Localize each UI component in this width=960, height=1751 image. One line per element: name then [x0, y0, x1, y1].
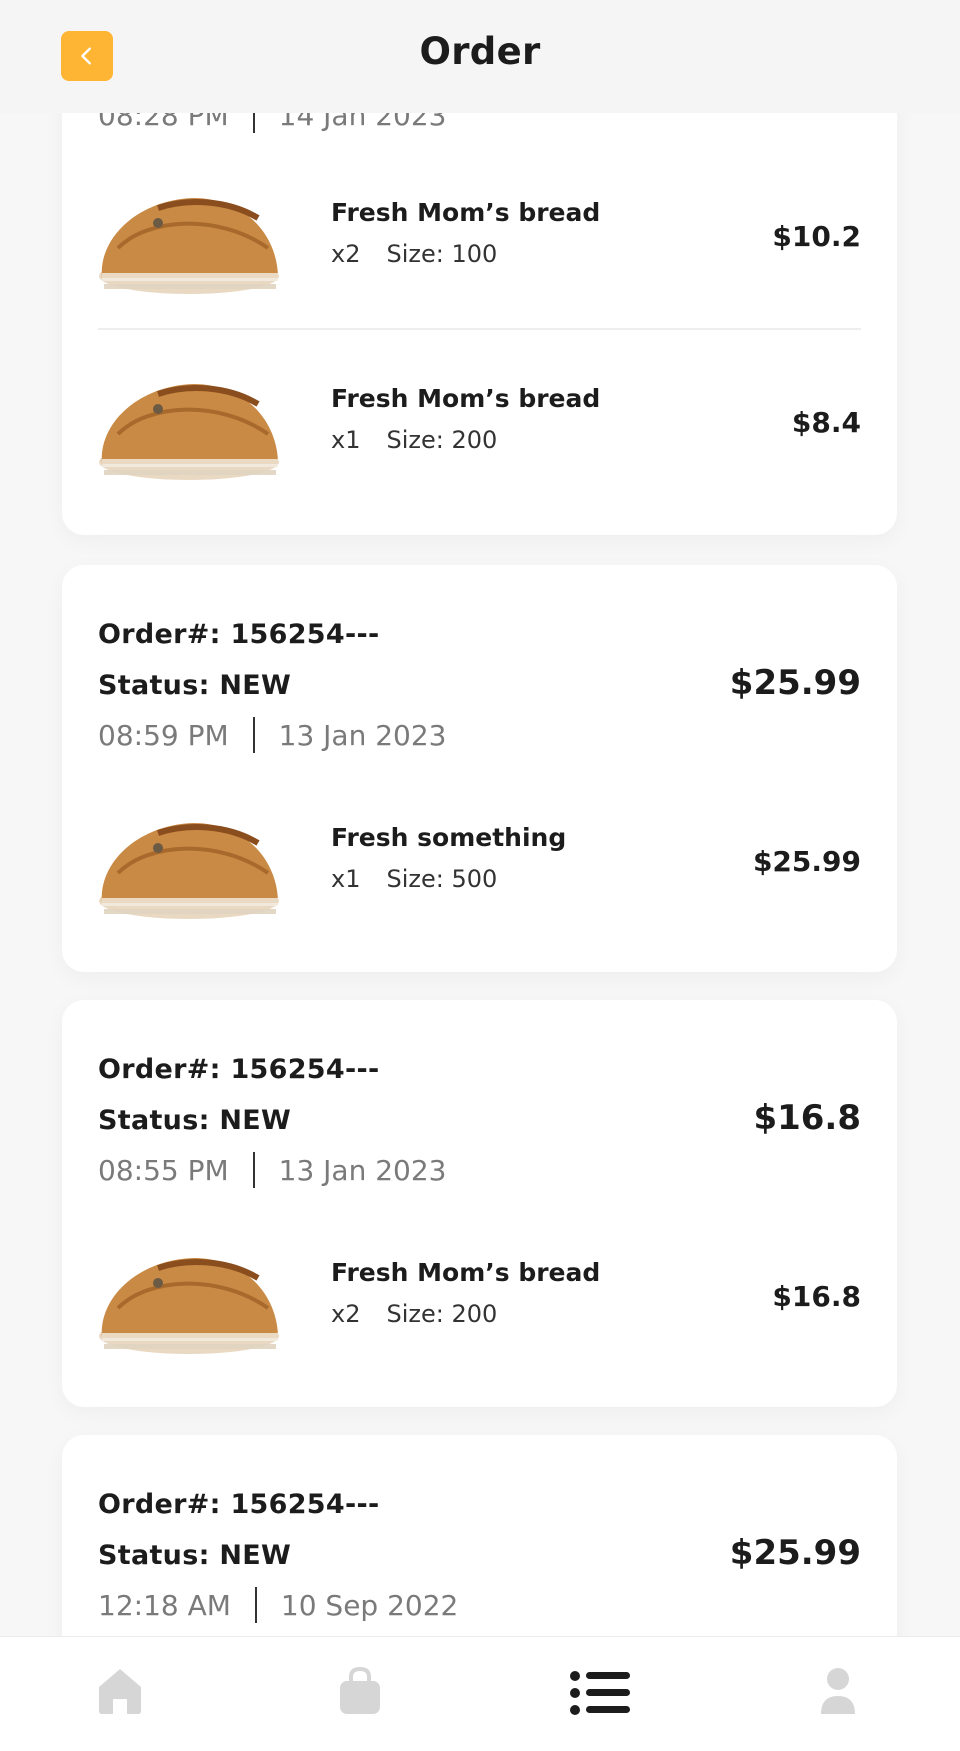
datetime-separator: [252, 1152, 255, 1188]
order-date: 13 Jan 2023: [278, 718, 447, 752]
order-item[interactable]: Fresh something x1 Size: 500 $25.99: [98, 803, 861, 923]
orders-list[interactable]: 08:28 PM 14 Jan 2023 Fresh Mom’s bread x…: [0, 0, 960, 1751]
order-status: Status: NEW: [98, 670, 292, 701]
page-title: Order: [419, 30, 541, 73]
item-size: Size: 100: [386, 240, 498, 268]
item-name: Fresh Mom’s bread: [331, 384, 601, 413]
profile-icon: [821, 1668, 855, 1714]
item-price: $25.99: [752, 845, 861, 878]
order-datetime: 08:59 PM 13 Jan 2023: [98, 717, 447, 753]
item-size: Size: 200: [386, 426, 498, 454]
item-name: Fresh Mom’s bread: [331, 1258, 601, 1287]
item-divider: [98, 328, 861, 330]
bread-image: [99, 198, 279, 294]
order-number: Order#: 156254---: [98, 1489, 380, 1520]
item-qty: x1: [331, 426, 361, 454]
item-price: $16.8: [772, 1280, 861, 1313]
home-icon: [99, 1669, 141, 1714]
order-item[interactable]: Fresh Mom’s bread x1 Size: 200 $8.4: [98, 364, 861, 484]
item-size: Size: 200: [386, 1300, 498, 1328]
order-status: Status: NEW: [98, 1105, 292, 1136]
order-item[interactable]: Fresh Mom’s bread x2 Size: 200 $16.8: [98, 1238, 861, 1358]
item-size: Size: 500: [386, 865, 498, 893]
item-qty: x2: [331, 240, 361, 268]
item-meta: x1 Size: 500: [331, 865, 497, 893]
list-icon: [570, 1671, 630, 1715]
bottom-nav: [0, 1636, 960, 1751]
order-number: Order#: 156254---: [98, 1054, 380, 1085]
shopping-bag-icon: [340, 1666, 380, 1714]
order-total: $25.99: [729, 663, 861, 703]
order-item[interactable]: Fresh Mom’s bread x2 Size: 100 $10.2: [98, 178, 861, 298]
datetime-separator: [252, 717, 255, 753]
order-datetime: 12:18 AM 10 Sep 2022: [98, 1587, 458, 1623]
order-number: Order#: 156254---: [98, 619, 380, 650]
app-header: Order: [0, 0, 960, 113]
bread-image: [99, 384, 279, 480]
order-time: 08:59 PM: [98, 718, 229, 752]
item-qty: x2: [331, 1300, 361, 1328]
nav-home[interactable]: [97, 1667, 143, 1719]
nav-orders[interactable]: [570, 1671, 630, 1719]
order-datetime: 08:55 PM 13 Jan 2023: [98, 1152, 447, 1188]
item-meta: x2 Size: 100: [331, 240, 497, 268]
order-card[interactable]: Order#: 156254--- Status: NEW $25.99 08:…: [62, 565, 897, 972]
item-price: $10.2: [772, 220, 861, 253]
item-meta: x1 Size: 200: [331, 426, 497, 454]
order-date: 13 Jan 2023: [278, 1153, 447, 1187]
order-time: 12:18 AM: [98, 1588, 231, 1622]
order-card[interactable]: 08:28 PM 14 Jan 2023 Fresh Mom’s bread x…: [62, 40, 897, 535]
nav-cart[interactable]: [339, 1666, 381, 1719]
item-meta: x2 Size: 200: [331, 1300, 497, 1328]
order-date: 10 Sep 2022: [280, 1588, 459, 1622]
nav-profile[interactable]: [820, 1667, 856, 1719]
order-total: $25.99: [729, 1533, 861, 1573]
order-total: $16.8: [753, 1098, 861, 1138]
item-name: Fresh Mom’s bread: [331, 198, 601, 227]
item-name: Fresh something: [331, 823, 567, 852]
bread-image: [99, 1258, 279, 1354]
order-card[interactable]: Order#: 156254--- Status: NEW $16.8 08:5…: [62, 1000, 897, 1407]
bread-image: [99, 823, 279, 919]
item-price: $8.4: [791, 406, 861, 439]
order-status: Status: NEW: [98, 1540, 292, 1571]
order-time: 08:55 PM: [98, 1153, 229, 1187]
datetime-separator: [254, 1587, 257, 1623]
item-qty: x1: [331, 865, 361, 893]
